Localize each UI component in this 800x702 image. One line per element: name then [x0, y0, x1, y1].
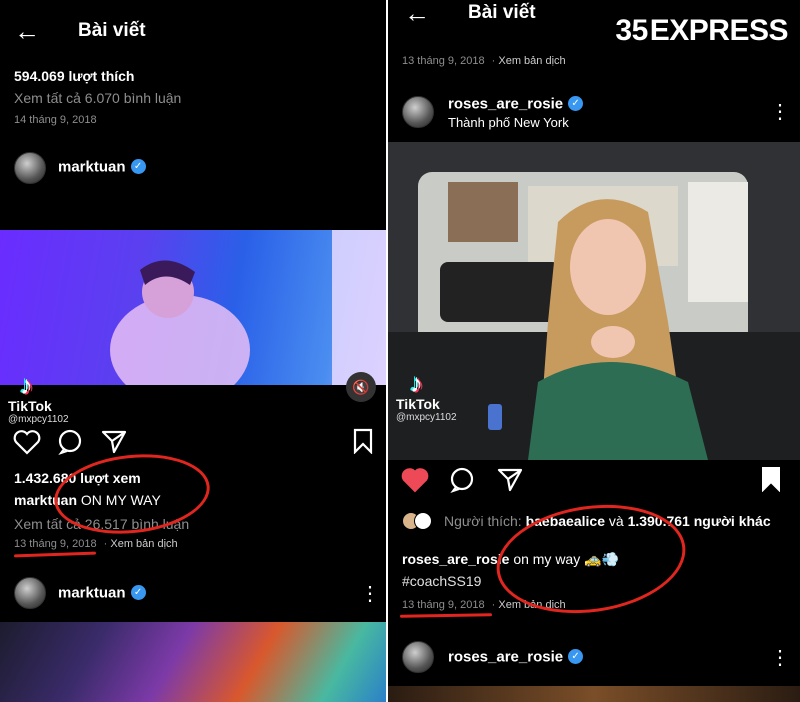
heart-filled-icon[interactable] [400, 466, 430, 494]
share-icon[interactable] [496, 467, 524, 493]
post-date: 13 tháng 9, 2018 [402, 599, 485, 611]
next-post-username[interactable]: marktuan [58, 584, 126, 601]
post-username[interactable]: marktuan [58, 158, 126, 175]
share-icon[interactable] [100, 429, 128, 455]
more-options-icon[interactable]: ⋮ [770, 648, 790, 668]
prev-post-date-row: 13 tháng 9, 2018 · Xem bản dịch [402, 55, 566, 67]
post-username[interactable]: roses_are_rosie [448, 95, 563, 112]
avatar[interactable] [402, 96, 434, 128]
verified-icon: ✓ [130, 159, 146, 175]
bookmark-icon[interactable] [352, 428, 374, 454]
watermark-logo: 35EXPRESS [615, 14, 788, 48]
page-title: Bài viết [78, 20, 146, 41]
heart-icon[interactable] [12, 428, 42, 456]
post-hashtag[interactable]: #coachSS19 [402, 573, 481, 589]
back-arrow-icon[interactable]: ← [14, 18, 40, 44]
bookmark-filled-icon[interactable] [760, 466, 782, 492]
avatar[interactable] [14, 152, 46, 184]
next-post-header: roses_are_rosie ✓ [448, 648, 584, 666]
liked-by-prefix: Người thích: [444, 513, 522, 529]
post-header: marktuan ✓ [58, 158, 146, 176]
video-frame-figure [110, 230, 386, 385]
prev-post-date: 13 tháng 9, 2018 [402, 55, 485, 67]
post-header: roses_are_rosie ✓ [448, 95, 584, 113]
caption-username[interactable]: roses_are_rosie [402, 551, 509, 567]
annotation-underline [13, 551, 97, 558]
next-post-image[interactable] [0, 622, 386, 702]
see-translation-link[interactable]: Xem bản dịch [498, 55, 565, 67]
tiktok-watermark: ♪ TikTok @mxpcy1102 [396, 370, 457, 423]
logo-text: EXPRESS [649, 14, 789, 47]
prev-post-date: 14 tháng 9, 2018 [14, 114, 97, 126]
logo-mark: 35 [615, 14, 648, 47]
tiktok-icon: ♪ [410, 368, 423, 398]
comment-icon[interactable] [56, 428, 84, 456]
tiktok-user: @mxpcy1102 [8, 414, 69, 425]
tiktok-watermark: ♪ TikTok @mxpcy1102 [8, 372, 69, 425]
verified-icon: ✓ [130, 585, 146, 601]
back-arrow-icon[interactable]: ← [404, 0, 430, 26]
more-options-icon[interactable]: ⋮ [770, 102, 790, 122]
post-location[interactable]: Thành phố New York [448, 115, 569, 130]
mute-icon[interactable]: 🔇 [346, 372, 376, 402]
next-post-header: marktuan ✓ [58, 584, 146, 602]
next-post-avatar[interactable] [14, 577, 46, 609]
tiktok-icon: ♪ [20, 370, 33, 400]
post-video[interactable] [0, 230, 386, 385]
next-post-image[interactable] [388, 686, 800, 702]
tiktok-brand: TikTok [396, 396, 440, 412]
right-panel: ← Bài viết 13 tháng 9, 2018 · Xem bản dị… [388, 0, 800, 702]
left-panel: ← Bài viết 594.069 lượt thích Xem tất cả… [0, 0, 386, 702]
more-options-icon[interactable]: ⋮ [360, 584, 380, 604]
see-translation-link[interactable]: Xem bản dịch [110, 538, 177, 550]
next-post-avatar[interactable] [402, 641, 434, 673]
prev-post-view-comments[interactable]: Xem tất cả 6.070 bình luận [14, 90, 181, 106]
liked-by-avatars [402, 512, 434, 530]
page-title: Bài viết [468, 2, 536, 23]
verified-icon: ✓ [568, 96, 584, 112]
tiktok-user: @mxpcy1102 [396, 412, 457, 423]
prev-post-likes[interactable]: 594.069 lượt thích [14, 68, 134, 84]
post-date-row: 13 tháng 9, 2018 · Xem bản dịch [14, 538, 178, 550]
tiktok-brand: TikTok [8, 398, 52, 414]
next-post-username[interactable]: roses_are_rosie [448, 648, 563, 665]
comment-icon[interactable] [448, 466, 476, 494]
post-date: 13 tháng 9, 2018 [14, 538, 97, 550]
annotation-underline [399, 613, 493, 618]
verified-icon: ✓ [568, 649, 584, 665]
